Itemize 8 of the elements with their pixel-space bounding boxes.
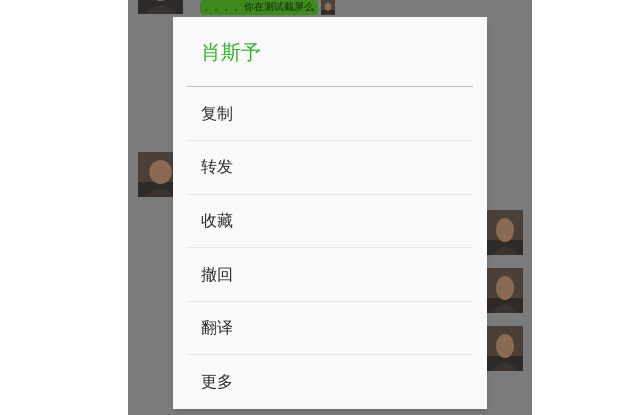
contact-name: 肖斯予 [201, 38, 261, 66]
menu-item[interactable]: 收藏 [187, 208, 233, 233]
menu-item[interactable]: 复制 [187, 102, 233, 126]
menu-item[interactable]: 翻译 [187, 316, 233, 340]
message-bubble: 。。。。你在测试截屏么 [200, 0, 318, 15]
menu-item[interactable]: 撤回 [187, 262, 233, 287]
menu-item[interactable]: 更多 [187, 370, 233, 394]
menu-item[interactable]: 转发 [187, 155, 233, 180]
